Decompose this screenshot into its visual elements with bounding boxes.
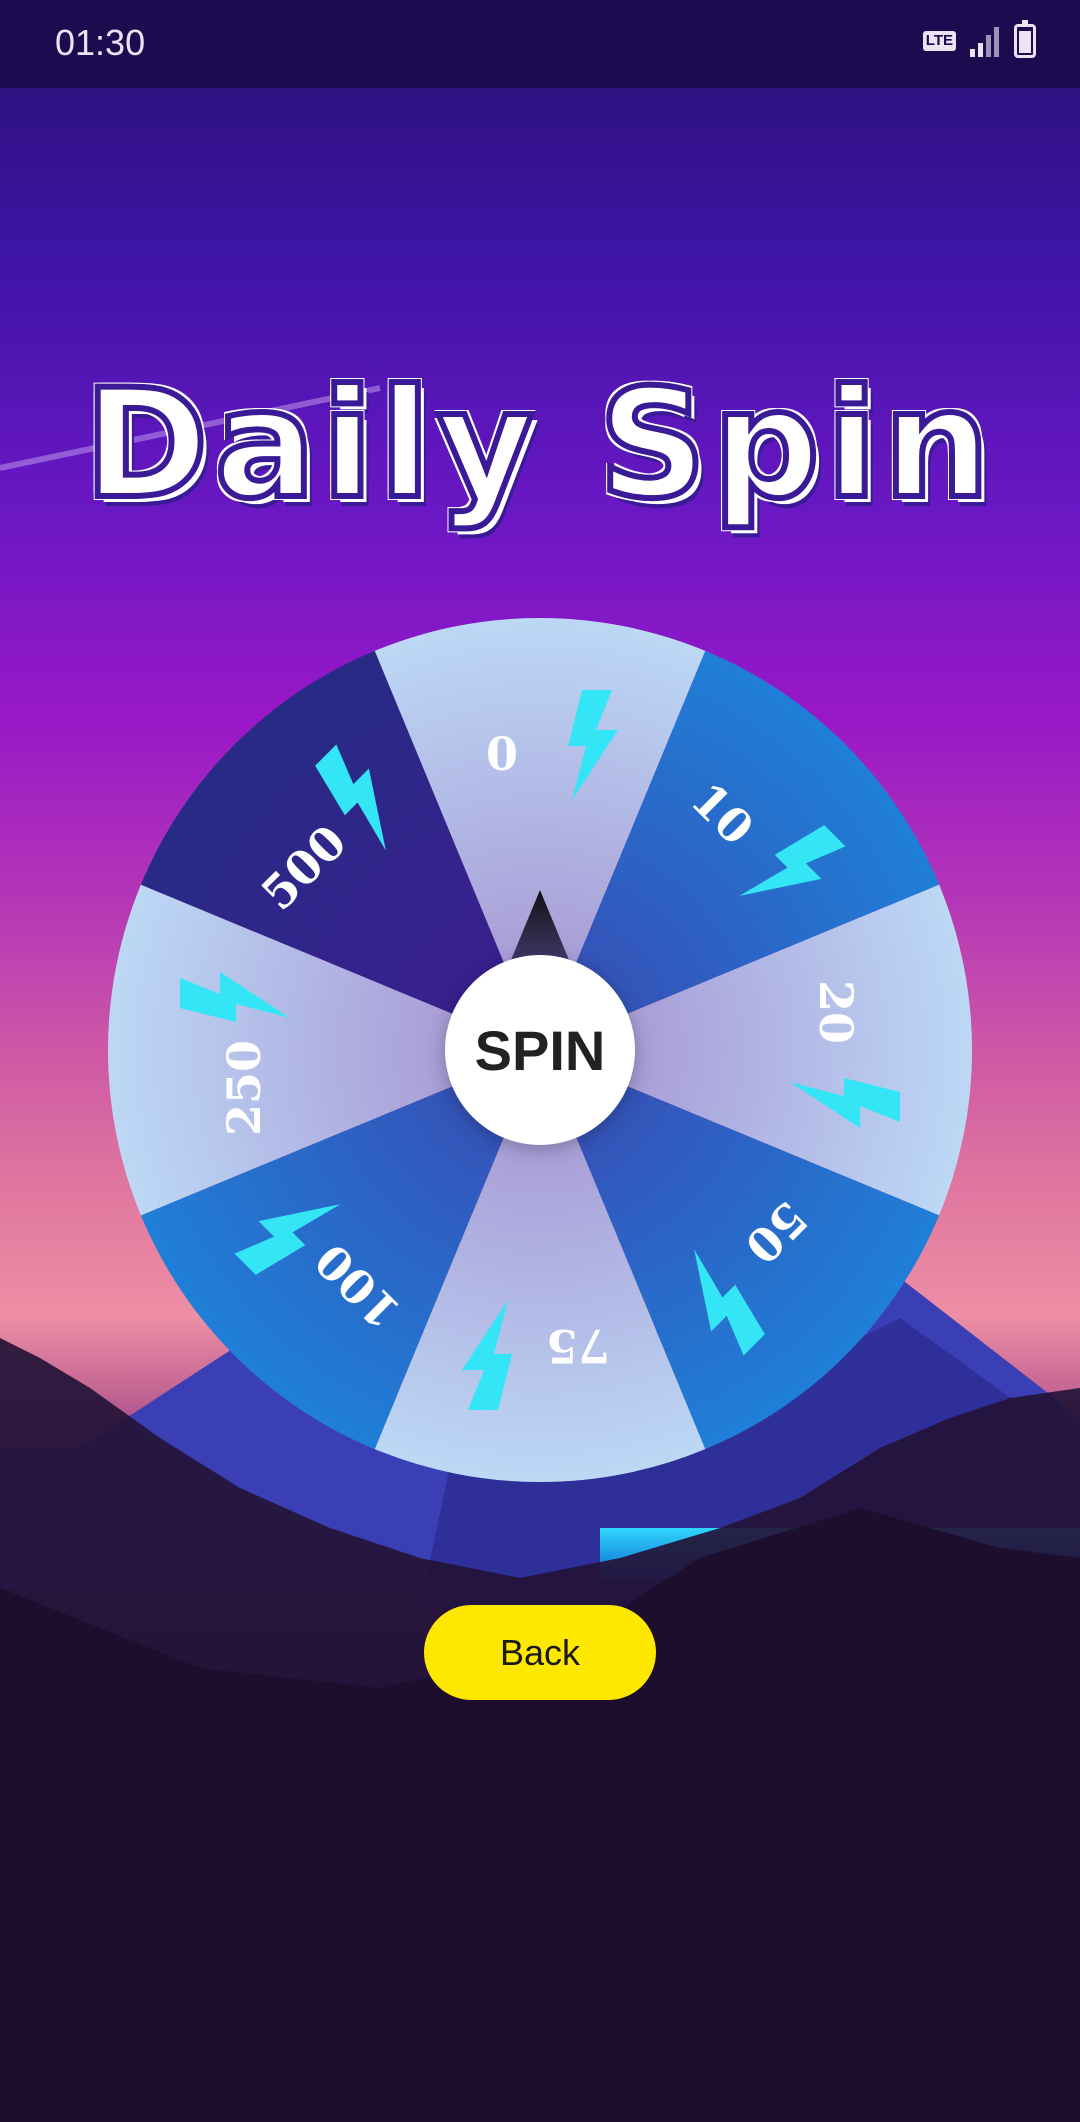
segment-value-label: 0 [486, 727, 518, 781]
game-scene: Daily Spin 0 10 20 50 75 100 250 500 SPIN Back [0, 88, 1080, 2122]
status-icons: LTE [922, 20, 1036, 58]
title: Daily Spin [81, 355, 997, 535]
battery-icon [1014, 20, 1036, 58]
segment-value-label: 20 [809, 980, 863, 1044]
lte-icon: LTE [922, 31, 956, 51]
segment-value-label: 250 [217, 1040, 271, 1136]
signal-icon [970, 27, 999, 57]
back-button[interactable]: Back [424, 1605, 656, 1700]
segment-value-label: 75 [546, 1319, 610, 1373]
spin-wheel[interactable]: 0 10 20 50 75 100 250 500 SPIN [107, 618, 972, 1482]
spin-button[interactable]: SPIN [445, 955, 635, 1145]
status-bar: 01:30 LTE [0, 0, 1080, 88]
status-time: 01:30 [55, 22, 146, 63]
